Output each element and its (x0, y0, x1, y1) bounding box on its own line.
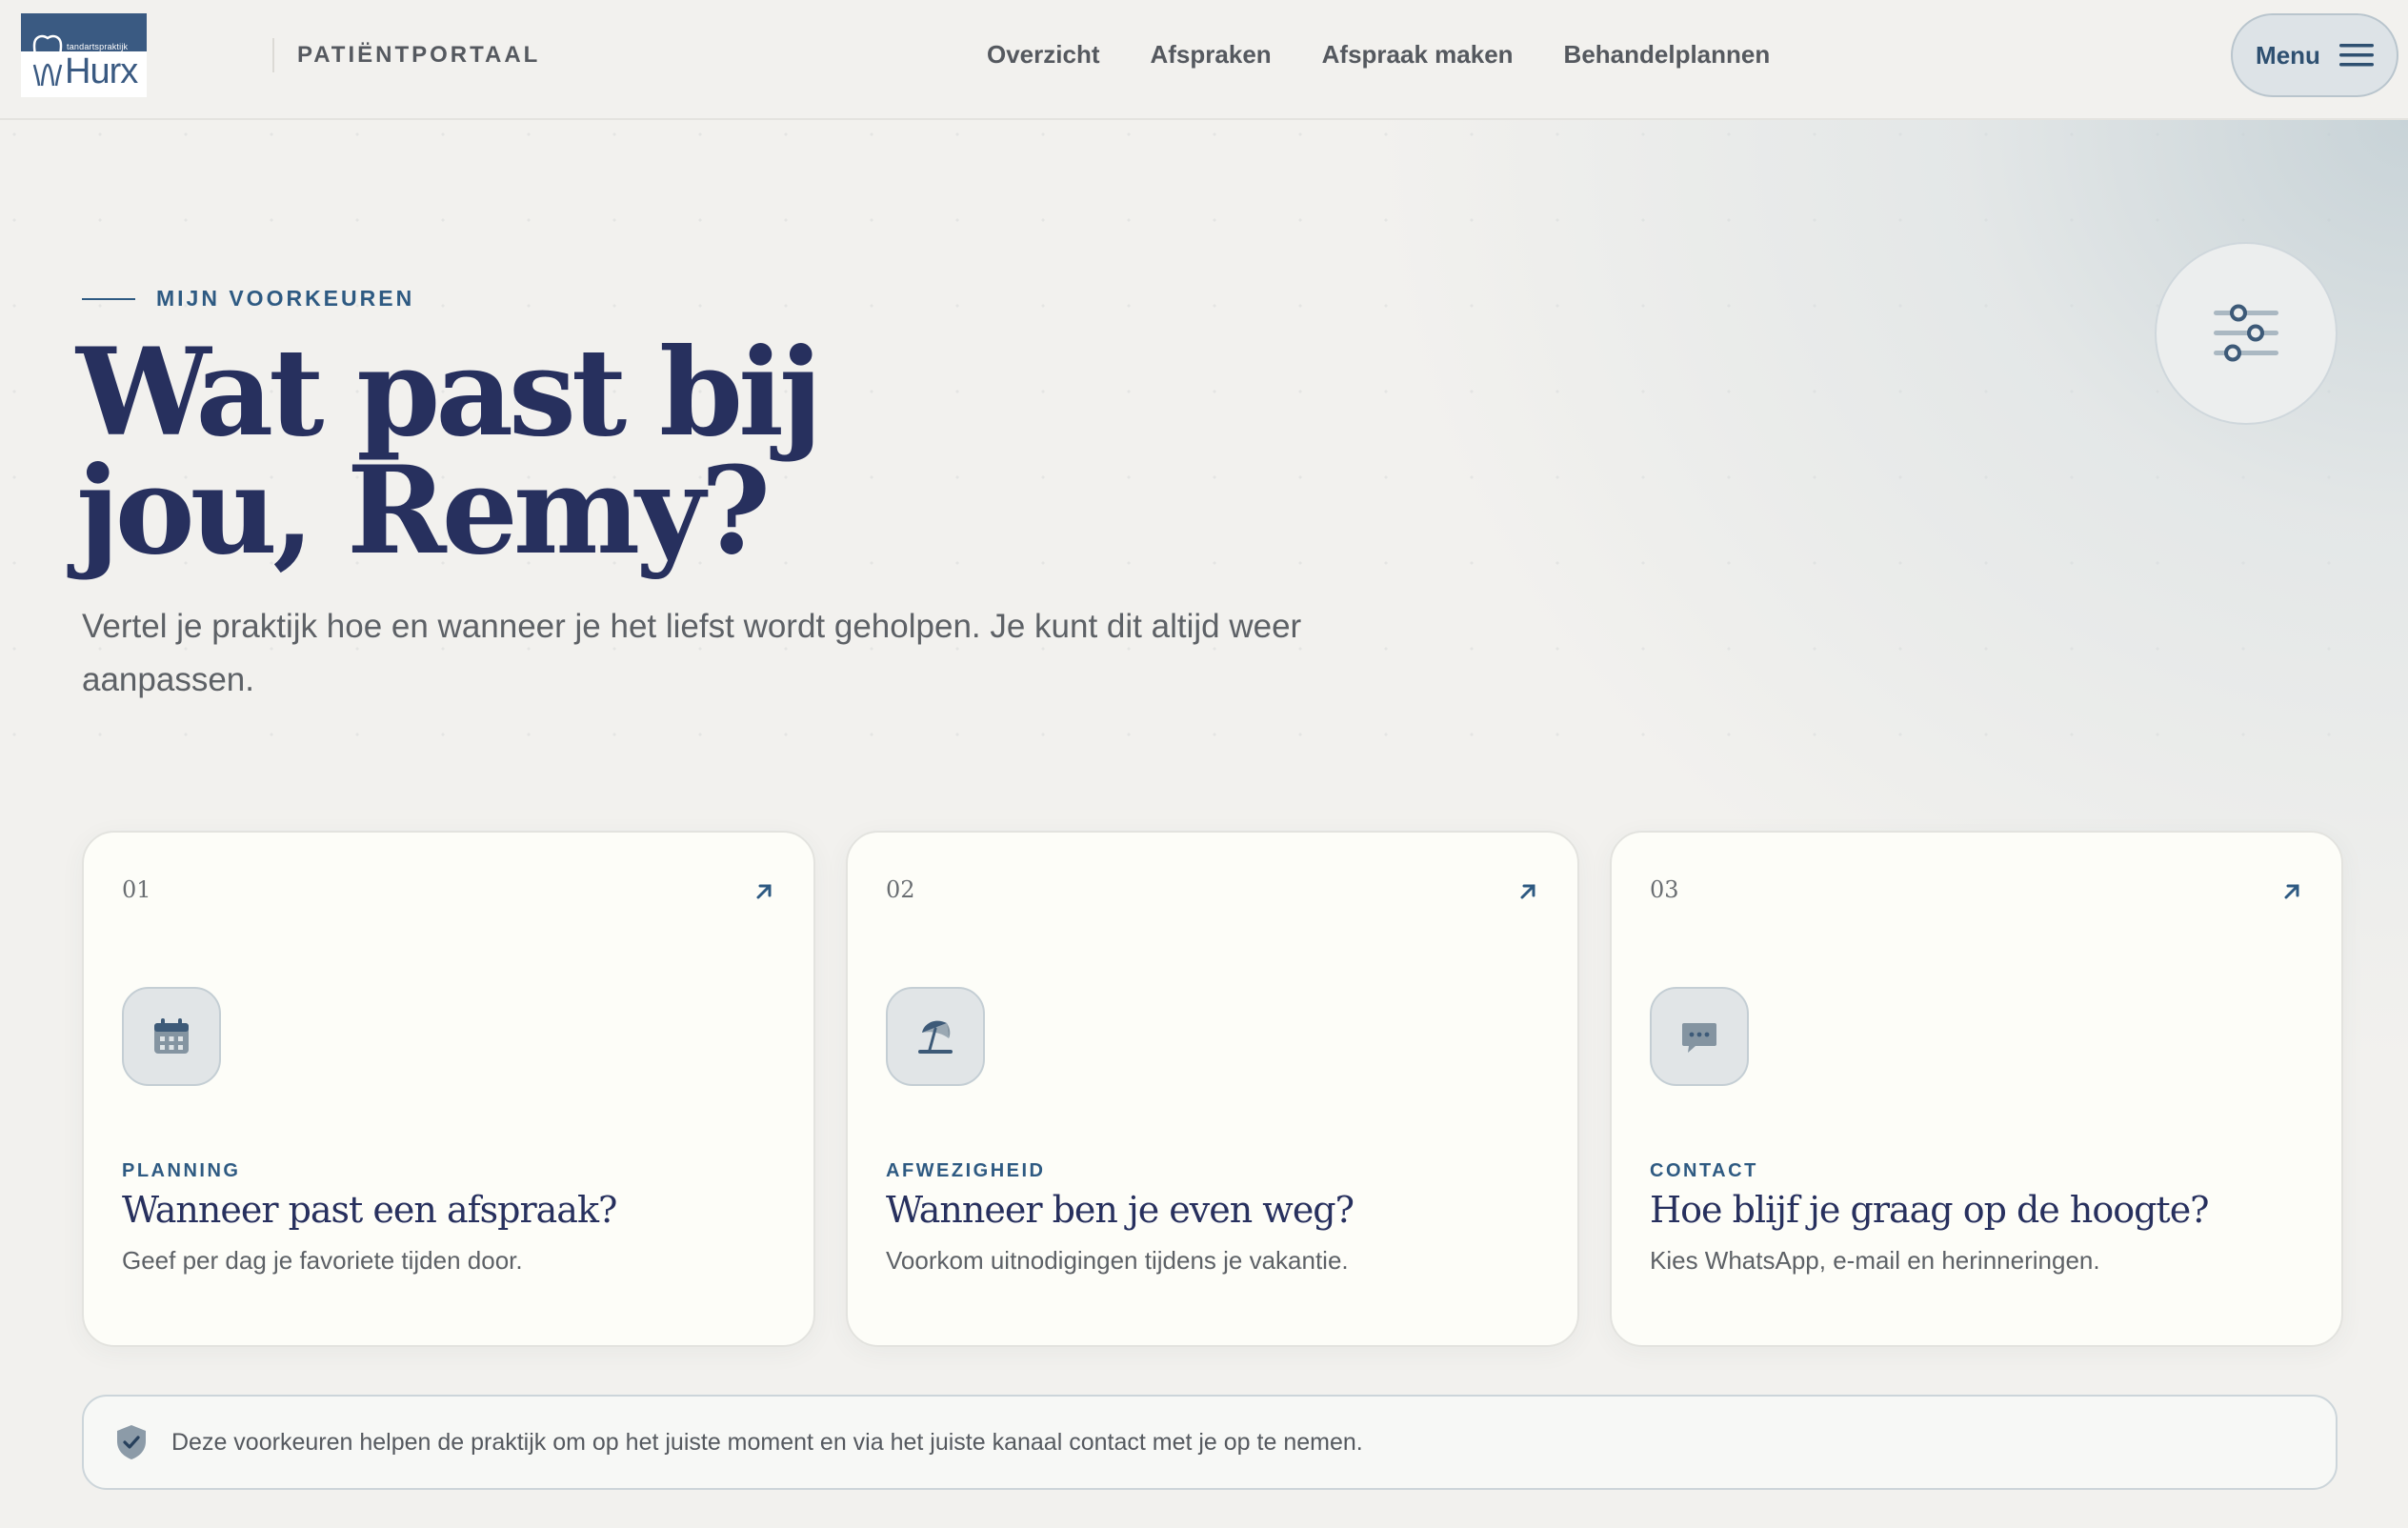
shield-check-icon (117, 1425, 146, 1459)
card-icon-tile (1650, 987, 1749, 1086)
nav-item-overzicht[interactable]: Overzicht (987, 40, 1100, 70)
menu-button-label: Menu (2256, 40, 2320, 70)
eyebrow-text: MIJN VOORKEUREN (156, 286, 415, 311)
portal-label: PATIËNTPORTAAL (297, 42, 541, 68)
calendar-icon (154, 1018, 189, 1054)
card-contact[interactable]: 03 CONTACT Hoe blijf je graag op de hoog… (1610, 831, 2343, 1347)
preference-cards: 01 PLANNING Wanneer past een afspraak? G… (82, 831, 2343, 1347)
nav-item-behandelplannen[interactable]: Behandelplannen (1564, 40, 1771, 70)
sliders-icon (2214, 304, 2278, 362)
eyebrow-line (82, 297, 135, 300)
arrow-up-right-icon (1520, 884, 1535, 899)
card-afwezigheid[interactable]: 02 AFWEZIGHEID Wanneer ben je even weg? … (846, 831, 1579, 1347)
page-subtitle: Vertel je praktijk hoe en wanneer je het… (82, 608, 1302, 698)
notice-text: Deze voorkeuren helpen de praktijk om op… (171, 1428, 1363, 1456)
card-title: Hoe blijf je graag op de hoogte? (1650, 1189, 2210, 1231)
info-notice: Deze voorkeuren helpen de praktijk om op… (82, 1395, 2338, 1490)
logo-wordmark: Hurx (65, 51, 138, 91)
card-number: 03 (1650, 876, 1679, 903)
section-eyebrow: MIJN VOORKEUREN (82, 286, 414, 312)
card-icon-tile (122, 987, 221, 1086)
practice-logo[interactable]: tandartspraktijk Hurx (21, 13, 147, 97)
card-icon-tile (886, 987, 985, 1086)
tooth-icon (32, 34, 63, 88)
card-description: Geef per dag je favoriete tijden door. (122, 1246, 523, 1275)
page-title-line-2: jou, Remy? (76, 440, 771, 581)
card-title: Wanneer ben je even weg? (886, 1189, 1354, 1231)
card-category: AFWEZIGHEID (886, 1160, 1046, 1181)
card-description: Voorkom uitnodigingen tijdens je vakanti… (886, 1246, 1349, 1275)
nav-item-afspraken[interactable]: Afspraken (1151, 40, 1272, 70)
top-header: tandartspraktijk Hurx PATIËNTPORTAAL Ove… (0, 0, 2408, 120)
menu-button[interactable]: Menu (2231, 13, 2398, 97)
chat-bubble-icon (1682, 1023, 1716, 1053)
card-category: PLANNING (122, 1160, 241, 1181)
card-number: 02 (886, 876, 915, 903)
hamburger-icon (2338, 44, 2374, 67)
arrow-up-right-icon (2284, 884, 2299, 899)
main-nav: Overzicht Afspraken Afspraak maken Behan… (987, 40, 1770, 70)
arrow-up-right-icon (756, 884, 772, 899)
header-divider (272, 38, 274, 72)
logo-subtitle: tandartspraktijk (67, 42, 129, 51)
page-title: Wat past bij jou, Remy? (76, 332, 933, 571)
card-planning[interactable]: 01 PLANNING Wanneer past een afspraak? G… (82, 831, 815, 1347)
card-number: 01 (122, 876, 151, 903)
card-title: Wanneer past een afspraak? (122, 1189, 617, 1231)
preferences-badge (2155, 242, 2338, 425)
card-description: Kies WhatsApp, e-mail en herinneringen. (1650, 1246, 2100, 1275)
card-category: CONTACT (1650, 1160, 1758, 1181)
beach-umbrella-icon (918, 1020, 953, 1054)
nav-item-afspraak-maken[interactable]: Afspraak maken (1322, 40, 1514, 70)
